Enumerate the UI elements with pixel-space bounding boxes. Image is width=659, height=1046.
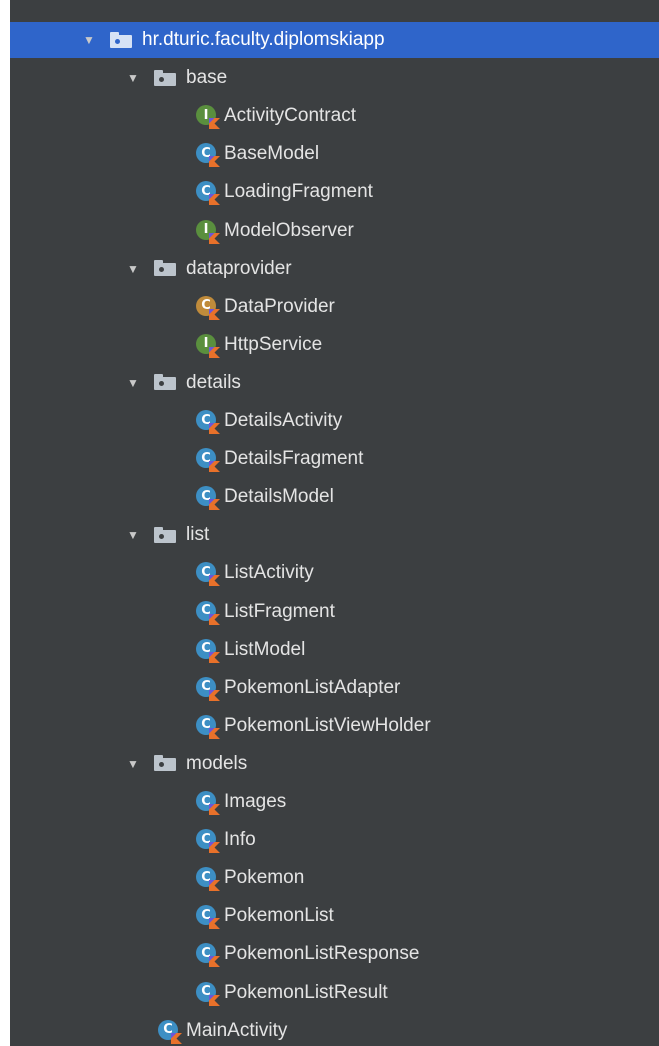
kotlin-class-icon: C xyxy=(196,410,220,434)
kotlin-class-icon: C xyxy=(196,143,220,168)
tree-row-class[interactable]: C ListActivity xyxy=(10,555,659,591)
kotlin-class-icon: C xyxy=(196,486,220,511)
kotlin-class-icon: C xyxy=(196,600,220,625)
tree-row-class[interactable]: C DetailsActivity xyxy=(10,403,659,439)
tree-row-class[interactable]: C MainActivity xyxy=(10,1013,659,1046)
tree-row-label: ActivityContract xyxy=(224,105,356,127)
expand-arrow-icon[interactable]: ▼ xyxy=(126,262,140,276)
tree-row-label: java xyxy=(116,0,151,2)
tree-row-label: details xyxy=(186,371,241,393)
tree-row-label: list xyxy=(186,524,210,546)
tree-row-label: PokemonListAdapter xyxy=(224,676,401,698)
tree-row-label: Info xyxy=(224,829,256,851)
tree-row-class[interactable]: C Images xyxy=(10,784,659,820)
kotlin-class-icon: C xyxy=(196,714,220,739)
tree-row-class[interactable]: C PokemonListAdapter xyxy=(10,670,659,706)
tree-row-label: ListModel xyxy=(224,638,306,660)
package-folder-icon xyxy=(154,260,178,277)
tree-row-class[interactable]: C PokemonListViewHolder xyxy=(10,708,659,744)
kotlin-class-icon: C xyxy=(196,791,220,815)
tree-row-label: MainActivity xyxy=(186,1019,288,1041)
tree-row-label: models xyxy=(186,752,248,774)
tree-row-class[interactable]: C PokemonListResult xyxy=(10,975,659,1011)
kotlin-class-icon: C xyxy=(196,829,220,854)
expand-arrow-icon[interactable]: ▼ xyxy=(126,71,140,85)
tree-row-class[interactable]: C LoadingFragment xyxy=(10,174,659,210)
expand-arrow-icon[interactable]: ▼ xyxy=(82,33,96,47)
tree-row-class[interactable]: C DataProvider xyxy=(10,289,659,325)
tree-row-label: LoadingFragment xyxy=(224,181,373,203)
expand-arrow-icon[interactable]: ▼ xyxy=(126,757,140,771)
tree-row-class[interactable]: C Pokemon xyxy=(10,860,659,896)
tree-row-label: base xyxy=(186,67,228,89)
kotlin-interface-icon: I xyxy=(196,105,220,130)
tree-row-label: HttpService xyxy=(224,333,323,355)
tree-row-label: DetailsActivity xyxy=(224,410,343,431)
kotlin-class-icon: C xyxy=(196,638,220,663)
tree-row-class[interactable]: I ActivityContract xyxy=(10,98,659,134)
tree-row-class[interactable]: C PokemonListResponse xyxy=(10,936,659,972)
tree-row-class[interactable]: C DetailsFragment xyxy=(10,441,659,477)
tree-row-label: DetailsFragment xyxy=(224,448,364,470)
kotlin-class-icon: C xyxy=(158,1019,182,1044)
tree-row-root-package[interactable]: ▼ hr.dturic.faculty.diplomskiapp xyxy=(10,22,659,58)
tree-row-package-details[interactable]: ▼ details xyxy=(10,365,659,401)
kotlin-class-icon: C xyxy=(196,905,220,930)
tree-row-package-dataprovider[interactable]: ▼ dataprovider xyxy=(10,251,659,287)
tree-row-class[interactable]: I HttpService xyxy=(10,327,659,363)
tree-row-label: PokemonListViewHolder xyxy=(224,714,431,736)
kotlin-interface-icon: I xyxy=(196,219,220,244)
kotlin-class-icon: C xyxy=(196,181,220,206)
expand-arrow-icon[interactable]: ▼ xyxy=(126,528,140,542)
kotlin-class-icon: C xyxy=(196,676,220,701)
tree-row-label: PokemonListResponse xyxy=(224,943,420,965)
tree-row-label: PokemonListResult xyxy=(224,981,388,1003)
tree-row-label: ModelObserver xyxy=(224,219,354,241)
tree-row-class[interactable]: I ModelObserver xyxy=(10,213,659,249)
tree-row-label: ListFragment xyxy=(224,600,335,622)
tree-row-label: hr.dturic.faculty.diplomskiapp xyxy=(142,29,385,50)
project-tree-panel[interactable]: java ▼ hr.dturic.faculty.diplomskiapp ▼ bas… xyxy=(10,0,659,1046)
tree-row-label: Images xyxy=(224,791,287,812)
tree-row-label: BaseModel xyxy=(224,143,320,165)
tree-row-label: ListActivity xyxy=(224,562,314,584)
tree-row-label: DetailsModel xyxy=(224,486,334,508)
expand-arrow-icon[interactable]: ▼ xyxy=(126,376,140,390)
tree-row-class[interactable]: C PokemonList xyxy=(10,898,659,934)
tree-row-class[interactable]: C ListModel xyxy=(10,632,659,668)
tree-row-class[interactable]: C Info xyxy=(10,822,659,858)
package-folder-icon xyxy=(154,526,178,544)
kotlin-abstract-class-icon: C xyxy=(196,295,220,320)
kotlin-class-icon: C xyxy=(196,867,220,892)
package-folder-icon xyxy=(154,69,178,87)
kotlin-class-icon: C xyxy=(196,448,220,473)
tree-row-class[interactable]: C BaseModel xyxy=(10,136,659,172)
tree-row-class[interactable]: C DetailsModel xyxy=(10,479,659,515)
kotlin-class-icon: C xyxy=(196,943,220,968)
tree-row-label: PokemonList xyxy=(224,905,334,927)
kotlin-class-icon: C xyxy=(196,562,220,587)
tree-row-label: DataProvider xyxy=(224,295,335,317)
tree-row-package-list[interactable]: ▼ list xyxy=(10,517,659,553)
tree-row-package-base[interactable]: ▼ base xyxy=(10,60,659,96)
tree-row-label: dataprovider xyxy=(186,257,292,279)
kotlin-interface-icon: I xyxy=(196,333,220,358)
tree-row-package-models[interactable]: ▼ models xyxy=(10,746,659,782)
kotlin-class-icon: C xyxy=(196,981,220,1006)
package-folder-icon xyxy=(154,755,178,772)
tree-row-class[interactable]: C ListFragment xyxy=(10,594,659,630)
package-folder-icon xyxy=(110,31,134,49)
package-folder-icon xyxy=(154,374,178,391)
tree-row-label: Pokemon xyxy=(224,867,305,889)
tree-row-java[interactable]: java xyxy=(10,0,659,2)
